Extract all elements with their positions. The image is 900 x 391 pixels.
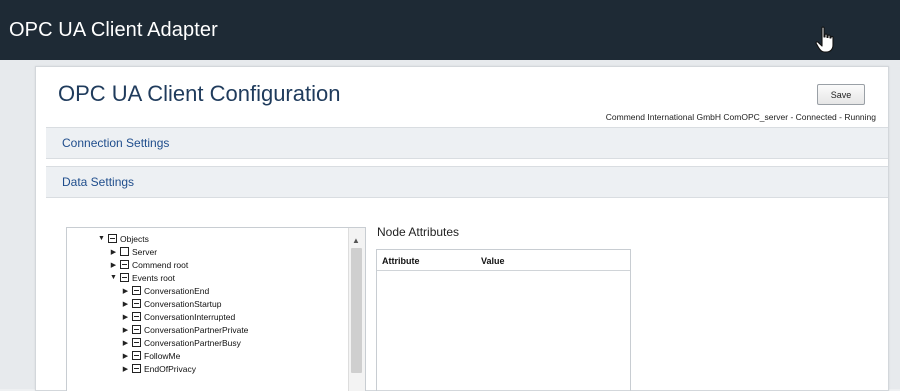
data-settings-section[interactable]: Data Settings [46,166,888,198]
node-tree[interactable]: ▼ Objects ▶ Server ▶ Commend root ▼ Events root… [66,227,366,391]
collapse-box-icon [108,234,117,243]
scroll-up-arrow-icon[interactable]: ▲ [352,236,360,245]
tree-item-label: ConversationInterrupted [144,311,236,322]
collapse-box-icon [132,299,141,308]
tree-item[interactable]: ▶ Server [67,245,248,258]
tree-item-label: EndOfPrivacy [144,363,196,374]
collapse-box-icon [132,338,141,347]
tree-item-label: Events root [132,272,175,283]
tree-item[interactable]: ▼ Objects [67,232,248,245]
connection-settings-label[interactable]: Connection Settings [62,136,169,150]
tree-item[interactable]: ▶ ConversationPartnerBusy [67,336,248,349]
triangle-right-icon[interactable]: ▶ [121,300,130,308]
tree-list: ▼ Objects ▶ Server ▶ Commend root ▼ Events root… [67,232,248,375]
connection-settings-section[interactable]: Connection Settings [46,127,888,159]
tree-item[interactable]: ▶ Commend root [67,258,248,271]
triangle-right-icon[interactable]: ▶ [121,287,130,295]
data-settings-label[interactable]: Data Settings [62,175,134,189]
attributes-table-header: Attribute Value [377,250,630,271]
tree-item-label: FollowMe [144,350,181,361]
save-button[interactable]: Save [817,84,865,105]
collapse-box-icon [120,260,129,269]
scrollbar-thumb[interactable] [351,248,362,373]
triangle-right-icon[interactable]: ▶ [109,248,118,256]
column-header-value: Value [481,256,505,266]
collapse-box-icon [132,351,141,360]
connection-status: Commend International GmbH ComOPC_server… [605,112,876,122]
tree-item[interactable]: ▶ ConversationInterrupted [67,310,248,323]
tree-item-label: Commend root [132,259,189,270]
triangle-right-icon[interactable]: ▶ [121,326,130,334]
column-header-attribute: Attribute [382,256,420,266]
triangle-right-icon[interactable]: ▶ [121,365,130,373]
collapse-box-icon [132,325,141,334]
tree-item[interactable]: ▶ EndOfPrivacy [67,362,248,375]
tree-item[interactable]: ▶ ConversationEnd [67,284,248,297]
triangle-right-icon[interactable]: ▶ [121,313,130,321]
tree-scrollbar[interactable]: ▲ [348,228,365,391]
hand-pointer-icon [815,26,834,53]
configuration-panel: OPC UA Client Configuration Save Commend… [35,66,889,391]
triangle-right-icon[interactable]: ▶ [109,261,118,269]
app-header: OPC UA Client Adapter [0,0,900,60]
page-title: OPC UA Client Configuration [58,81,341,106]
tree-item[interactable]: ▼ Events root [67,271,248,284]
tree-item[interactable]: ▶ ConversationStartup [67,297,248,310]
triangle-down-icon[interactable]: ▼ [109,274,118,281]
node-attributes-table: Attribute Value [376,249,631,391]
tree-item-label: ConversationEnd [144,285,210,296]
triangle-right-icon[interactable]: ▶ [121,339,130,347]
tree-item[interactable]: ▶ ConversationPartnerPrivate [67,323,249,336]
tree-item-label: Objects [120,233,149,244]
tree-item-label: ConversationPartnerBusy [144,337,241,348]
collapse-box-icon [132,286,141,295]
collapse-box-icon [120,273,129,282]
triangle-down-icon[interactable]: ▼ [97,235,106,242]
app-title: OPC UA Client Adapter [9,19,218,41]
tree-item-label: Server [132,246,158,257]
tree-item-label: ConversationStartup [144,298,222,309]
triangle-right-icon[interactable]: ▶ [121,352,130,360]
collapse-box-icon [132,312,141,321]
tree-item-label: ConversationPartnerPrivate [144,324,249,335]
collapse-box-icon [132,364,141,373]
node-attributes-title: Node Attributes [377,225,460,239]
empty-box-icon [120,247,129,256]
tree-item[interactable]: ▶ FollowMe [67,349,248,362]
